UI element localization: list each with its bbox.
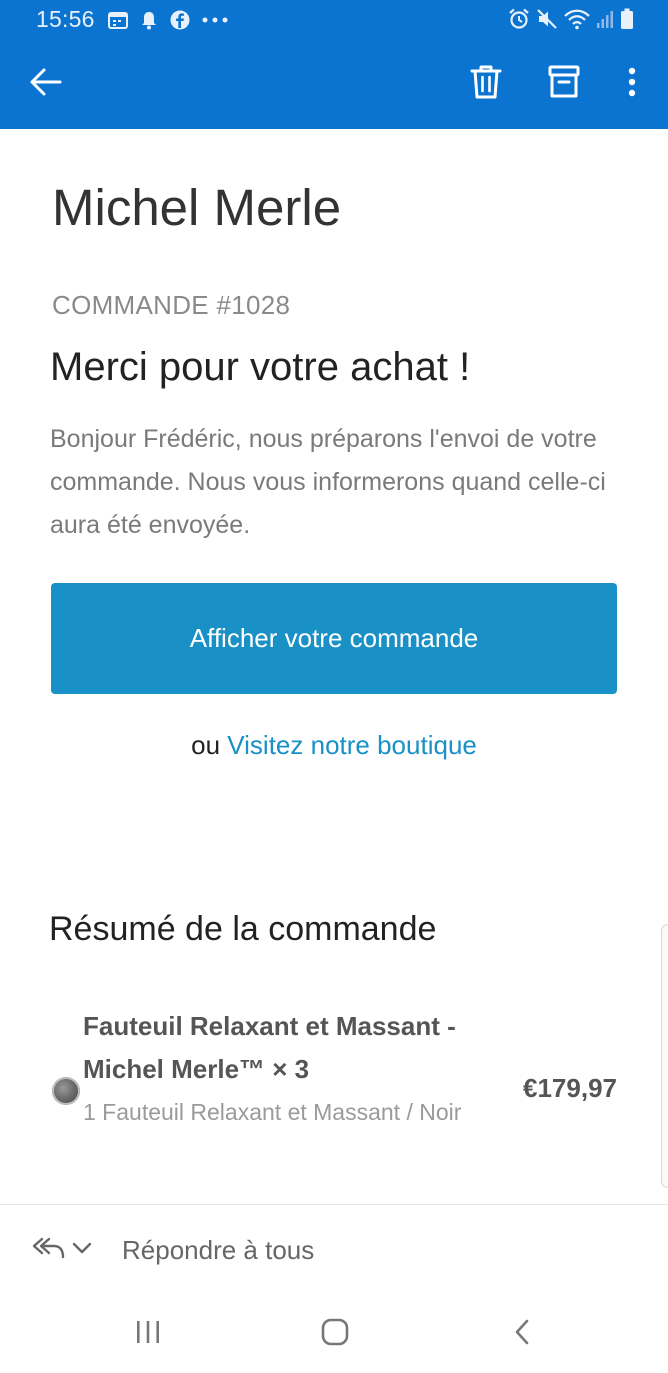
archive-icon	[548, 65, 580, 104]
wifi-icon	[564, 8, 590, 30]
mute-icon	[536, 8, 558, 30]
shop-name: Michel Merle	[52, 179, 342, 236]
system-nav-bar	[0, 1292, 668, 1373]
visit-shop-link[interactable]: Visitez notre boutique	[227, 730, 477, 760]
recent-apps-icon	[134, 1319, 162, 1350]
calendar-icon	[108, 11, 128, 29]
more-notifications-icon	[202, 17, 228, 23]
product-price: €179,97	[523, 1073, 617, 1103]
recent-apps-button[interactable]	[128, 1314, 168, 1354]
more-options-button[interactable]	[610, 62, 654, 106]
alarm-icon	[508, 8, 530, 30]
visit-shop-line: ou Visitez notre boutique	[0, 730, 668, 761]
thanks-body: Bonjour Frédéric, nous préparons l'envoi…	[50, 425, 606, 539]
home-icon	[320, 1317, 350, 1352]
reply-mode-selector[interactable]	[32, 1235, 92, 1266]
status-time: 15:56	[36, 6, 95, 32]
reply-bar: Répondre à tous	[0, 1204, 668, 1293]
archive-button[interactable]	[542, 62, 586, 106]
more-vertical-icon	[627, 67, 637, 102]
reply-all-button[interactable]: Répondre à tous	[122, 1235, 314, 1266]
status-icons-left	[108, 8, 228, 32]
view-order-button[interactable]: Afficher votre commande	[51, 583, 617, 694]
home-button[interactable]	[315, 1314, 355, 1354]
product-thumbnail	[52, 1077, 80, 1105]
order-number: COMMANDE #1028	[52, 290, 291, 320]
visit-shop-prefix: ou	[191, 730, 221, 760]
product-title: Fauteuil Relaxant et Massant - Michel Me…	[83, 1011, 456, 1084]
scroll-handle[interactable]	[661, 924, 668, 1188]
signal-icon	[596, 9, 614, 29]
thanks-title: Merci pour votre achat !	[50, 345, 471, 389]
email-screen: 15:56 Michel Merle COMMANDE #1028 Merci …	[0, 0, 668, 1373]
order-summary-title: Résumé de la commande	[49, 910, 437, 948]
facebook-icon	[170, 10, 190, 30]
delete-button[interactable]	[464, 62, 508, 106]
arrow-left-icon	[29, 67, 63, 102]
back-button[interactable]	[24, 62, 68, 106]
battery-icon	[620, 8, 634, 30]
back-icon	[512, 1318, 532, 1351]
trash-icon	[470, 64, 502, 105]
system-back-button[interactable]	[502, 1314, 542, 1354]
reply-all-icon	[32, 1235, 66, 1266]
app-header: 15:56	[0, 0, 668, 129]
notification-bell-icon	[140, 10, 158, 30]
status-icons-right	[508, 7, 634, 31]
status-bar: 15:56	[0, 0, 668, 40]
chevron-down-icon	[72, 1241, 92, 1260]
product-variant: 1 Fauteuil Relaxant et Massant / Noir	[83, 1099, 462, 1125]
